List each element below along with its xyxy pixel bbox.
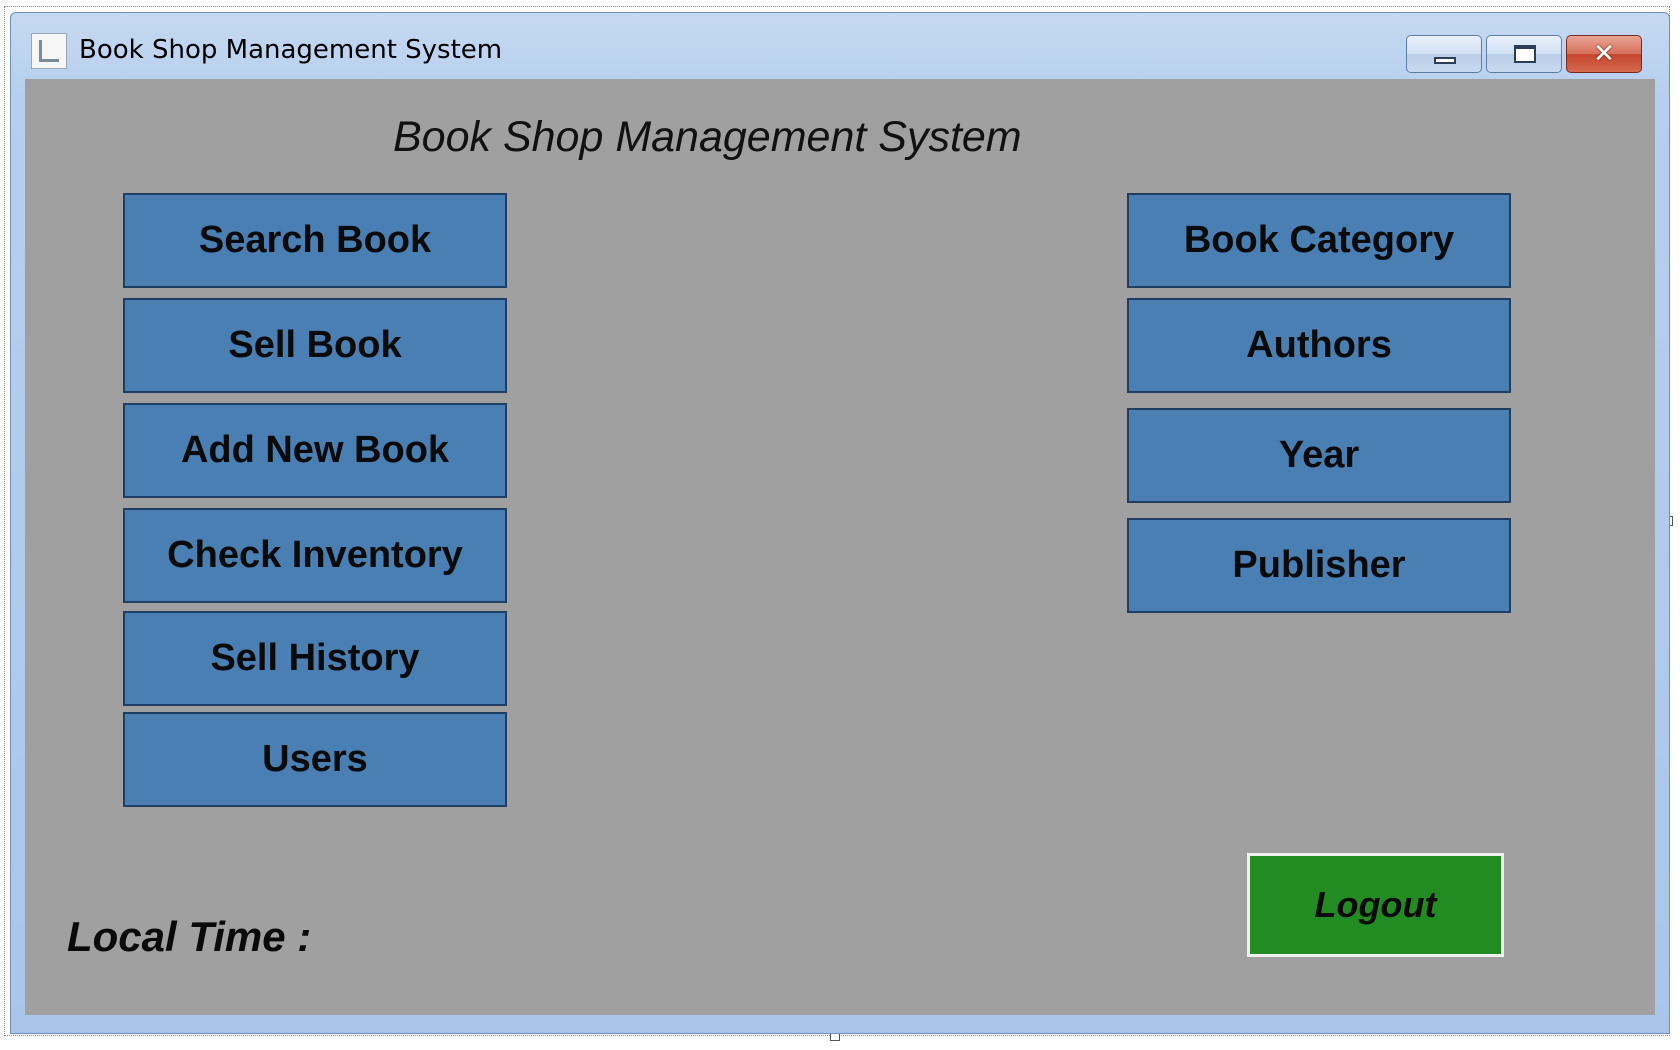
check-inventory-button[interactable]: Check Inventory xyxy=(123,508,507,603)
close-button[interactable]: ✕ xyxy=(1566,35,1642,73)
authors-button[interactable]: Authors xyxy=(1127,298,1511,393)
close-icon: ✕ xyxy=(1593,39,1615,69)
sell-book-button[interactable]: Sell Book xyxy=(123,298,507,393)
maximize-button[interactable] xyxy=(1486,35,1562,73)
sell-history-button[interactable]: Sell History xyxy=(123,611,507,706)
title-bar[interactable]: Book Shop Management System ✕ xyxy=(11,13,1669,79)
logout-button[interactable]: Logout xyxy=(1247,853,1504,957)
minimize-button[interactable] xyxy=(1406,35,1482,73)
book-category-button[interactable]: Book Category xyxy=(1127,193,1511,288)
window-title: Book Shop Management System xyxy=(79,35,503,65)
search-book-button[interactable]: Search Book xyxy=(123,193,507,288)
publisher-button[interactable]: Publisher xyxy=(1127,518,1511,613)
local-time-label: Local Time : xyxy=(67,913,312,960)
users-button[interactable]: Users xyxy=(123,712,507,807)
app-icon xyxy=(31,33,67,69)
form-heading: Book Shop Management System xyxy=(393,113,1022,161)
add-new-book-button[interactable]: Add New Book xyxy=(123,403,507,498)
form-client-area: Book Shop Management System Search Book … xyxy=(25,79,1655,1015)
app-window: Book Shop Management System ✕ Book Shop … xyxy=(10,12,1670,1034)
minimize-icon xyxy=(1434,57,1456,64)
maximize-icon xyxy=(1514,45,1536,63)
year-button[interactable]: Year xyxy=(1127,408,1511,503)
